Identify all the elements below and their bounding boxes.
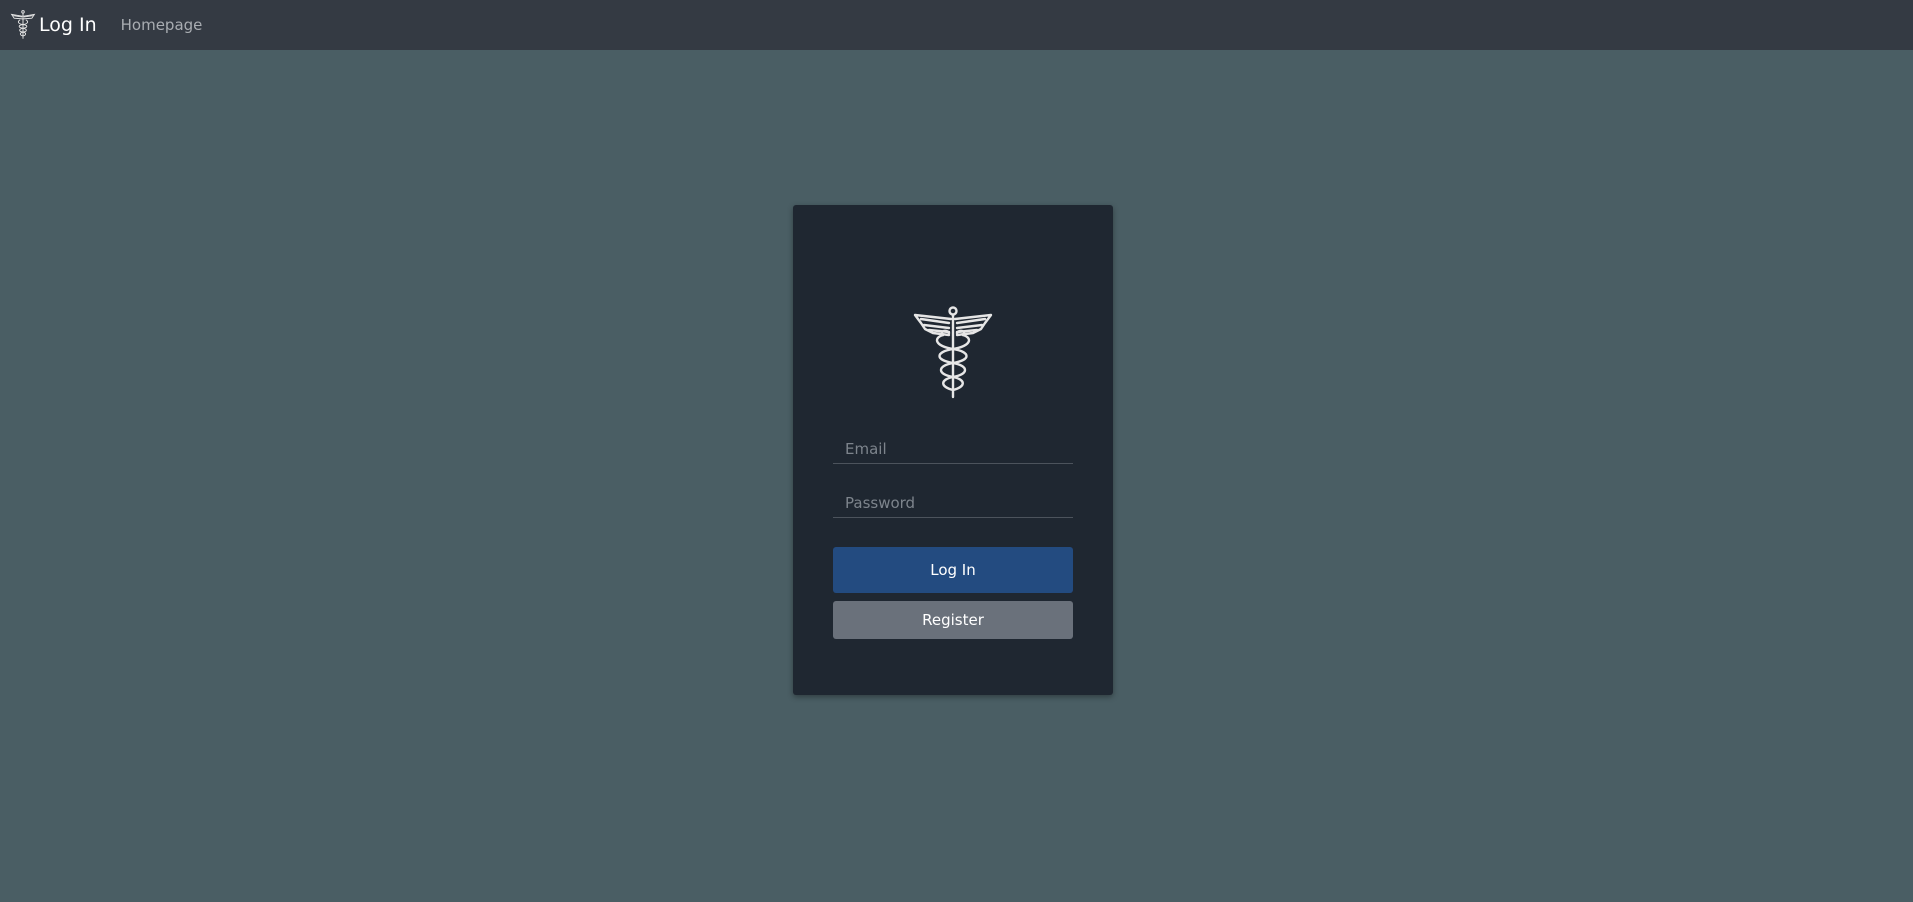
caduceus-icon — [913, 305, 993, 400]
caduceus-icon — [10, 10, 36, 40]
login-button[interactable]: Log In — [833, 547, 1073, 593]
password-field[interactable] — [833, 488, 1073, 518]
login-card: Log In Register — [793, 205, 1113, 695]
brand-link[interactable]: Log In — [10, 10, 97, 40]
register-button[interactable]: Register — [833, 601, 1073, 639]
nav-link-homepage[interactable]: Homepage — [121, 16, 203, 34]
brand-label: Log In — [39, 14, 97, 36]
top-navbar: Log In Homepage — [0, 0, 1913, 50]
email-field[interactable] — [833, 434, 1073, 464]
